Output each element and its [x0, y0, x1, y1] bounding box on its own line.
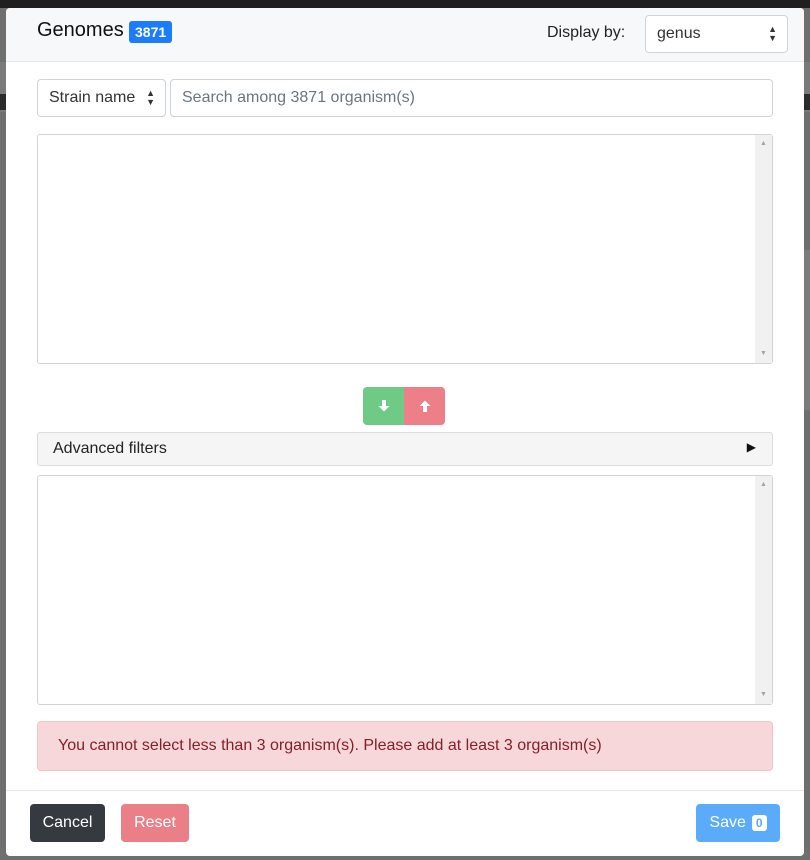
- available-organisms-list[interactable]: ▲ ▼: [37, 134, 773, 364]
- reset-button[interactable]: Reset: [121, 804, 189, 842]
- arrow-down-icon: [378, 400, 389, 412]
- background-topbar: [0, 0, 810, 8]
- display-by-value: genus: [657, 25, 701, 42]
- select-arrows-icon: ▲ ▼: [146, 88, 155, 107]
- genome-selector-modal: Genomes 3871 Display by: genus ▲ ▼ Strain…: [6, 8, 804, 856]
- arrow-up-icon: [419, 400, 430, 412]
- modal-header: Genomes 3871 Display by: genus ▲ ▼: [6, 8, 804, 62]
- footer-divider: [6, 790, 804, 791]
- caret-right-icon: ▶: [746, 440, 756, 454]
- cancel-button[interactable]: Cancel: [30, 804, 105, 842]
- advanced-filters-label: Advanced filters: [53, 440, 167, 457]
- scroll-up-icon[interactable]: ▲: [755, 137, 772, 151]
- modal-title: Genomes: [37, 19, 124, 41]
- add-selected-button[interactable]: [363, 387, 404, 425]
- minimum-selection-alert: You cannot select less than 3 organism(s…: [37, 721, 773, 771]
- save-button[interactable]: Save 0: [696, 804, 780, 842]
- search-field-value: Strain name: [49, 89, 136, 106]
- alert-message: You cannot select less than 3 organism(s…: [58, 737, 602, 754]
- remove-selected-button[interactable]: [404, 387, 445, 425]
- genome-count-badge: 3871: [129, 21, 173, 43]
- display-by-label: Display by:: [547, 24, 626, 41]
- advanced-filters-toggle[interactable]: Advanced filters ▶: [37, 432, 773, 466]
- organism-search-input[interactable]: [170, 79, 773, 117]
- scroll-up-icon[interactable]: ▲: [755, 478, 772, 492]
- scroll-down-icon[interactable]: ▼: [755, 688, 772, 702]
- scroll-down-icon[interactable]: ▼: [755, 347, 772, 361]
- search-field-select[interactable]: Strain name ▲ ▼: [37, 79, 166, 117]
- display-by-select[interactable]: genus ▲ ▼: [645, 15, 788, 53]
- selected-list-scrollbar[interactable]: ▲ ▼: [755, 476, 772, 704]
- available-list-scrollbar[interactable]: ▲ ▼: [755, 135, 772, 363]
- save-label: Save: [709, 814, 746, 831]
- selected-organisms-list[interactable]: ▲ ▼: [37, 475, 773, 705]
- save-count-badge: 0: [751, 815, 767, 831]
- select-arrows-icon: ▲ ▼: [768, 24, 777, 43]
